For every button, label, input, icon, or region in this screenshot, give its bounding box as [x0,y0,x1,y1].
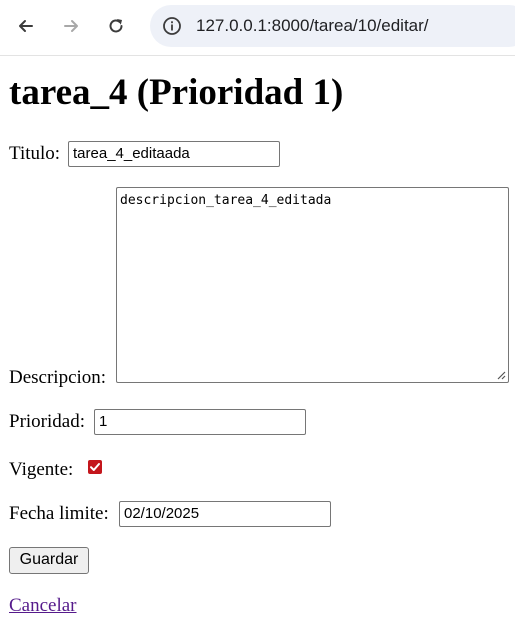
vigente-label: Vigente: [9,459,74,480]
url-text: 127.0.0.1:8000/tarea/10/editar/ [196,16,429,35]
page-title: tarea_4 (Prioridad 1) [9,72,344,113]
guardar-button[interactable]: Guardar [9,547,89,574]
titulo-label: Titulo: [9,143,61,164]
titulo-input[interactable]: tarea_4_editaada [68,141,280,167]
descripcion-text: descripcion_tarea_4_editada [120,193,332,208]
forward-button[interactable] [57,12,85,40]
reload-button[interactable] [102,12,130,40]
resize-grip-icon[interactable] [496,370,506,380]
checkmark-icon [90,463,100,471]
cancelar-link[interactable]: Cancelar [9,595,77,617]
fecha-limite-label: Fecha limite: [9,503,109,524]
descripcion-textarea[interactable]: descripcion_tarea_4_editada [116,187,509,383]
info-icon[interactable] [162,16,182,36]
arrow-right-icon [64,20,78,32]
vigente-checkbox[interactable] [88,460,102,474]
prioridad-input[interactable]: 1 [94,409,306,435]
arrow-left-icon [19,20,33,32]
fecha-limite-input[interactable]: 02/10/2025 [119,501,331,527]
prioridad-label: Prioridad: [9,411,85,432]
browser-toolbar: 127.0.0.1:8000/tarea/10/editar/ [0,0,515,56]
descripcion-label: Descripcion: [9,367,107,388]
back-button[interactable] [12,12,40,40]
address-bar[interactable]: 127.0.0.1:8000/tarea/10/editar/ [150,5,515,47]
reload-icon [109,19,123,33]
